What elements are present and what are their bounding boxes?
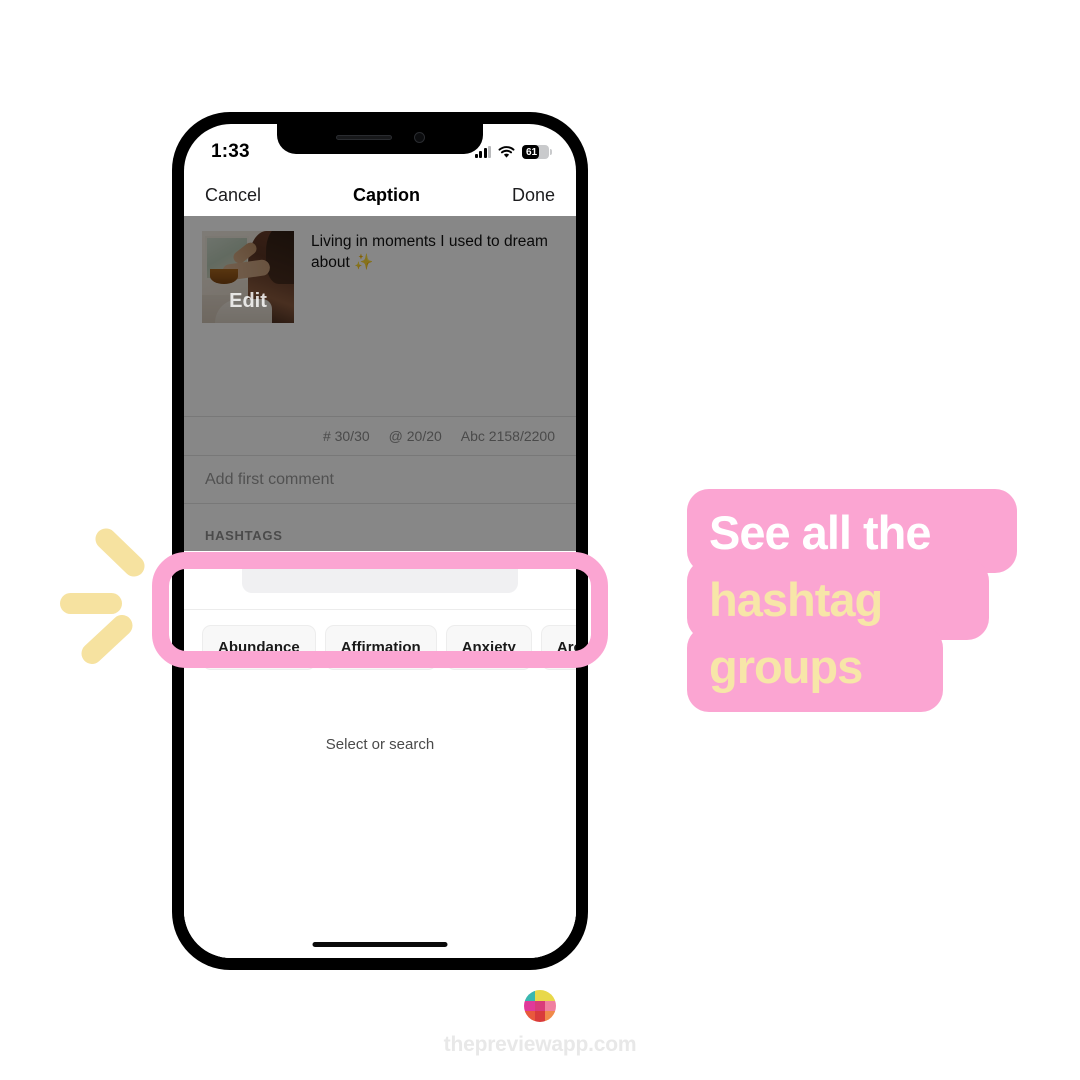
earpiece-speaker-icon — [335, 134, 392, 140]
hashtag-search-input[interactable] — [242, 560, 518, 593]
hashtag-group-chip[interactable]: Anxiety — [445, 624, 532, 670]
caption-counters-row: # 30/30 @ 20/20 Abc 2158/2200 — [184, 416, 576, 456]
cancel-button[interactable]: Cancel — [205, 185, 261, 206]
logo-tile — [534, 1011, 546, 1022]
phone-mockup: Edit Living in moments I used to dream a… — [172, 112, 588, 970]
logo-tile — [524, 1011, 535, 1022]
footer-url: thepreviewapp.com — [443, 1033, 637, 1056]
logo-tile — [545, 990, 556, 1001]
battery-icon: 61 — [522, 145, 552, 159]
hashtag-group-chips-scroller[interactable]: Abundance Affirmation Anxiety Aromathera… — [184, 620, 576, 674]
decorative-dash-icon — [60, 593, 122, 614]
caption-nav-bar: Cancel Caption Done — [184, 174, 576, 216]
first-comment-placeholder: Add first comment — [205, 470, 334, 488]
hashtag-groups-sheet: Abundance Affirmation Anxiety Aromathera… — [184, 551, 576, 958]
caption-input-row[interactable]: Edit Living in moments I used to dream a… — [184, 216, 576, 323]
status-time: 1:33 — [211, 141, 250, 162]
hashtag-group-chip[interactable]: Affirmation — [324, 624, 437, 670]
battery-level-text: 61 — [526, 146, 538, 158]
caption-text[interactable]: Living in moments I used to dream about … — [311, 231, 558, 323]
logo-tile — [524, 990, 535, 1001]
done-button[interactable]: Done — [512, 185, 555, 206]
decorative-dashes — [60, 524, 170, 669]
thumbnail-hair — [266, 231, 294, 285]
callout-line-3: groups — [687, 626, 943, 712]
logo-tile — [534, 990, 546, 1001]
decorative-dash-icon — [91, 524, 149, 581]
hashtag-group-chip[interactable]: Abundance — [202, 624, 316, 670]
callout-banner: See all the hashtag groups — [687, 489, 1017, 712]
first-comment-input[interactable]: Add first comment — [184, 456, 576, 504]
decorative-dash-icon — [77, 610, 137, 669]
character-counter: Abc 2158/2200 — [460, 428, 555, 444]
home-indicator[interactable] — [312, 942, 448, 947]
preview-app-grid-logo-icon — [524, 990, 556, 1022]
phone-notch — [277, 124, 483, 154]
sheet-empty-state-text: Select or search — [325, 736, 435, 753]
phone-screen: Edit Living in moments I used to dream a… — [184, 124, 576, 958]
sheet-divider — [184, 609, 576, 610]
footer: thepreviewapp.com — [0, 990, 1080, 1057]
logo-tile — [534, 1000, 546, 1012]
logo-tile — [545, 1011, 556, 1022]
hashtag-group-chip[interactable]: Aromatherapy — [540, 624, 576, 670]
edit-thumbnail-label[interactable]: Edit — [202, 290, 294, 313]
logo-tile — [545, 1000, 556, 1012]
wifi-icon — [498, 145, 515, 158]
logo-tile — [524, 1000, 535, 1012]
post-thumbnail[interactable]: Edit — [202, 231, 294, 323]
mention-counter: @ 20/20 — [388, 428, 442, 444]
page-title: Caption — [353, 184, 420, 205]
status-icons: 61 — [474, 145, 552, 159]
front-camera-icon — [413, 131, 425, 143]
hashtag-counter: # 30/30 — [322, 428, 370, 444]
hashtags-section-label: HASHTAGS — [205, 528, 283, 543]
